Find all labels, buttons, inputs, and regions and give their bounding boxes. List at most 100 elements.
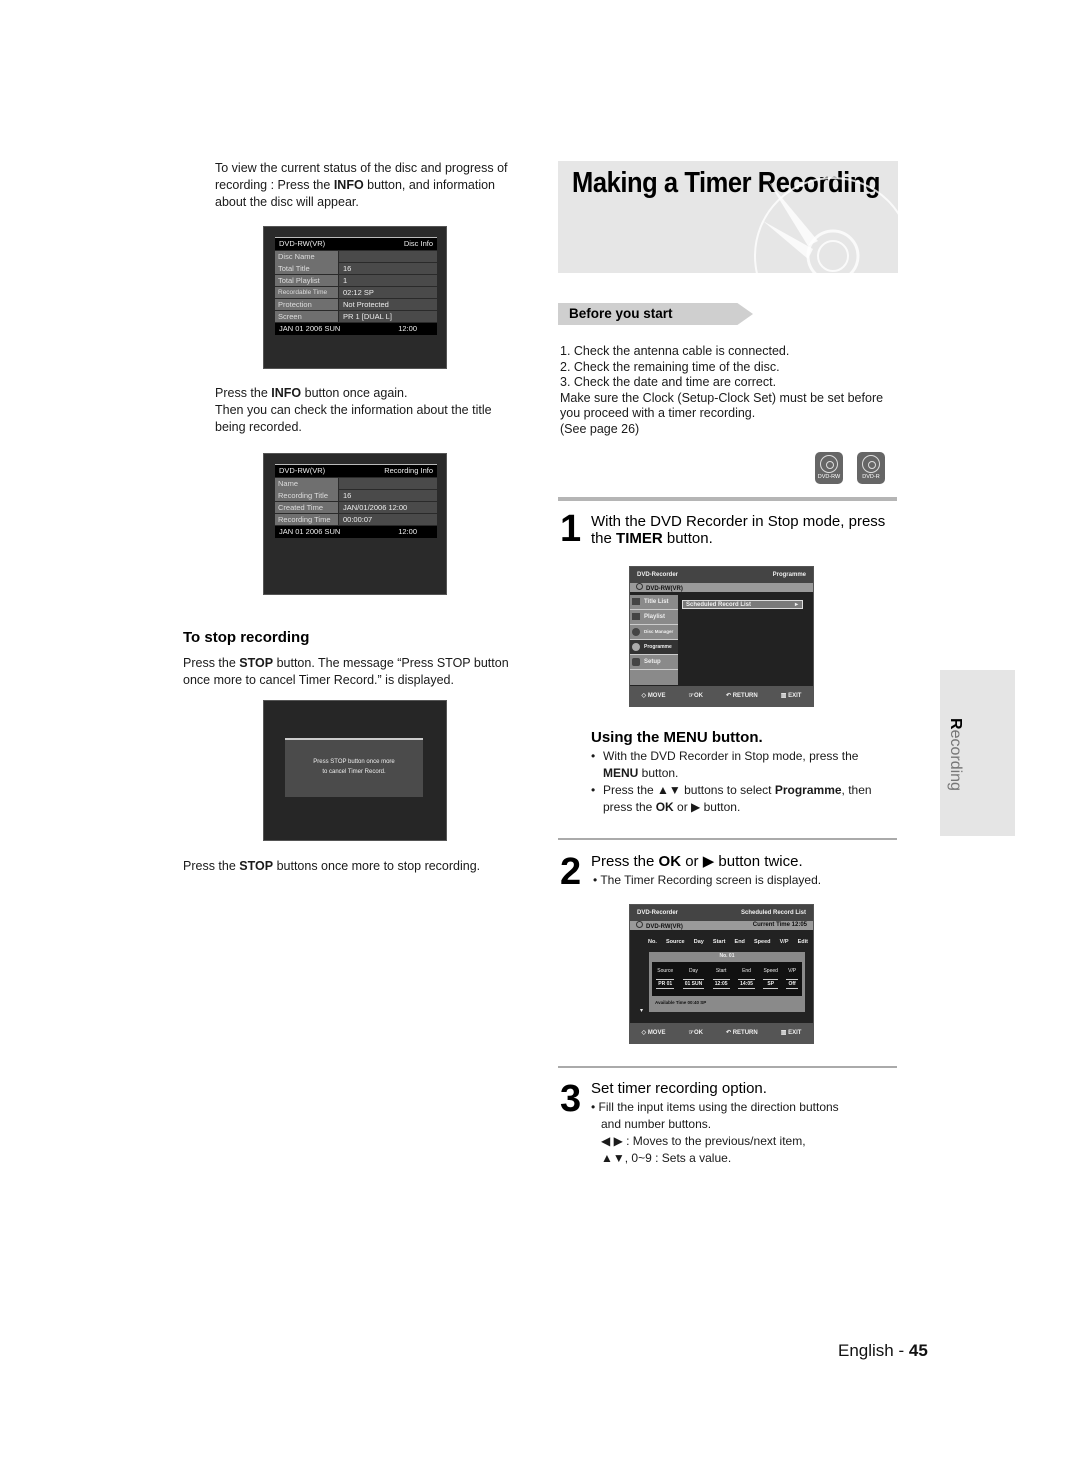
column-header: Speed [754, 939, 771, 945]
ok-hint: ☞OK [688, 1030, 703, 1036]
check-note: Make sure the Clock (Setup-Clock Set) mu… [560, 390, 884, 421]
page-footer: English - 45 [838, 1341, 928, 1360]
return-hint: ↶ RETURN [726, 1030, 758, 1036]
field-label: Day [689, 968, 698, 974]
disc-graphic-icon [754, 177, 898, 273]
field-label: End [742, 968, 751, 974]
scheduled-record-screen: DVD-Recorder Scheduled Record List DVD-RW… [629, 904, 814, 1044]
check-item: 3. Check the date and time are correct. [560, 375, 777, 389]
step3-instructions: • Fill the input items using the directi… [591, 1099, 839, 1167]
column-header: Day [693, 939, 704, 945]
return-hint: ↶ RETURN [726, 693, 758, 699]
disc-info-screen: DVD-RW(VR) Disc Info Disc Name Total Titl… [263, 226, 447, 369]
field-value: SP [763, 979, 778, 989]
step-number: 1 [560, 508, 582, 550]
entry-field[interactable]: End 14:05 [738, 968, 755, 989]
menu-item-disc-manager[interactable]: Disc Manager [630, 625, 678, 640]
disc-manager-icon [632, 628, 640, 636]
menu-button-heading: Using the MENU button. [591, 729, 763, 746]
menu-item-setup[interactable]: Setup [630, 655, 678, 670]
move-hint: ◇ MOVE [641, 1030, 666, 1036]
menu-footer: ◇ MOVE ☞OK ↶ RETURN ▥ EXIT [630, 1023, 813, 1043]
stop-recording-text: Press the STOP button. The message “Pres… [183, 656, 509, 687]
disc-icon [820, 455, 838, 473]
playlist-icon [632, 613, 640, 620]
field-label: Speed [763, 968, 778, 974]
instruction-line: and number buttons. [601, 1117, 712, 1131]
entry-field[interactable]: Day 01 SUN [682, 968, 705, 989]
menu-item-programme[interactable]: Programme [630, 640, 678, 655]
field-value: 14:05 [738, 979, 755, 989]
menu-item-title-list[interactable]: Title List [630, 595, 678, 610]
disc-info-row [338, 251, 437, 262]
field-value: PR 01 [656, 979, 675, 989]
menu-item-playlist[interactable]: Playlist [630, 610, 678, 625]
disc-info-row: Screen PR 1 [DUAL L] [275, 311, 437, 322]
instruction-line: ▲▼, 0~9 : Sets a value. [601, 1151, 732, 1165]
disc-info-table: DVD-RW(VR) Disc Info Disc Name Total Titl… [275, 237, 437, 335]
entry-field[interactable]: Speed SP [763, 968, 778, 989]
menu-sidebar: Title List Playlist Disc Manager Program… [630, 595, 678, 685]
recording-info-row: Recording Title 16 [275, 490, 437, 501]
entry-field[interactable]: Start 12:05 [712, 968, 730, 989]
field-label: V/P [788, 968, 797, 974]
disc-type-bar: DVD-RW(VR) [630, 583, 813, 592]
field-label: Source [657, 968, 674, 974]
disc-info-row: Total Title 16 [275, 263, 437, 274]
available-time: Available Time 00:40 SP [655, 1000, 707, 1005]
stop-recording-heading: To stop recording [183, 629, 310, 646]
exit-hint: ▥ EXIT [780, 1030, 802, 1036]
intro-text: To view the current status of the disc a… [215, 161, 508, 209]
schedule-entry-panel: No. 01 Source PR 01 Day 01 SUN Start 12:05 End… [649, 952, 805, 1012]
menu-title-bar: DVD-Recorder Programme [630, 567, 813, 583]
check-item: 1. Check the antenna cable is connected. [560, 344, 790, 358]
before-you-start-tag: Before you start [558, 303, 753, 325]
stop-message-line: Press STOP button once more [313, 759, 395, 765]
column-header: Source [665, 939, 685, 945]
scheduled-record-list-option[interactable]: Scheduled Record List ▸ [682, 600, 803, 609]
bullet-item: • Press the ▲▼ buttons to select Programm… [591, 783, 872, 814]
recording-info-screen: DVD-RW(VR)Recording Info NameJAN/01/2006… [263, 453, 447, 595]
column-header: Start [712, 939, 726, 945]
step-number: 2 [560, 851, 582, 893]
side-tab-label: Recording [947, 718, 964, 791]
field-value: Off [786, 979, 798, 989]
field-label: Start [715, 968, 727, 974]
entry-fields: Source PR 01 Day 01 SUN Start 12:05 End 14:05 Sp… [652, 962, 802, 996]
disc-info-row: Recordable Time 02:12 SP [275, 287, 437, 298]
divider [558, 1066, 897, 1068]
recording-info-row [338, 478, 437, 489]
exit-hint: ▥ EXIT [780, 693, 802, 699]
step-number: 3 [560, 1078, 582, 1120]
move-hint: ◇ MOVE [641, 693, 666, 699]
bullet-item: • With the DVD Recorder in Stop mode, pre… [591, 749, 859, 780]
field-value: 01 SUN [682, 979, 705, 989]
entry-field[interactable]: V/P Off [786, 968, 798, 989]
stop-message-dialog: Press STOP button once more to cancel Ti… [285, 738, 423, 797]
column-header: No. [648, 939, 657, 945]
recording-info-table: DVD-RW(VR)Recording Info NameJAN/01/2006… [275, 464, 437, 538]
section-side-tab: Recording [940, 670, 1015, 836]
dvd-r-badge: DVD-R [857, 452, 885, 484]
scroll-down-icon[interactable]: ▾ [640, 1007, 643, 1014]
recording-info-header: DVD-RW(VR) Recording Info [275, 464, 437, 477]
step2-text: Press the OK or ▶ button twice. [591, 853, 803, 870]
disc-info-row: Protection Not Protected [275, 299, 437, 310]
stop-message-line: to cancel Timer Record. [322, 769, 386, 775]
divider [558, 497, 897, 501]
entry-field[interactable]: Source PR 01 [656, 968, 675, 989]
checklist: 1. Check the antenna cable is connected.… [560, 344, 895, 437]
programme-menu-screen: DVD-Recorder Programme DVD-RW(VR) Title L… [629, 566, 814, 707]
see-page-ref: (See page 26) [560, 421, 640, 436]
stop-final-text: Press the STOP buttons once more to stop… [183, 859, 481, 873]
ok-hint: ☞OK [688, 693, 703, 699]
menu-title-bar: DVD-Recorder Scheduled Record List [630, 905, 813, 921]
disc-info-header: DVD-RW(VR) Disc Info [275, 237, 437, 250]
arrow-right-icon: ▸ [794, 602, 798, 608]
disc-info-row: Total Playlist 1 [275, 275, 437, 286]
stop-message-screen: Press STOP button once more to cancel Ti… [263, 700, 447, 841]
disc-icon [862, 455, 880, 473]
menu-instructions: • With the DVD Recorder in Stop mode, pre… [591, 748, 896, 816]
recording-info-row: Recording Time 00:00:07 [275, 514, 437, 525]
disc-icon [636, 921, 643, 928]
